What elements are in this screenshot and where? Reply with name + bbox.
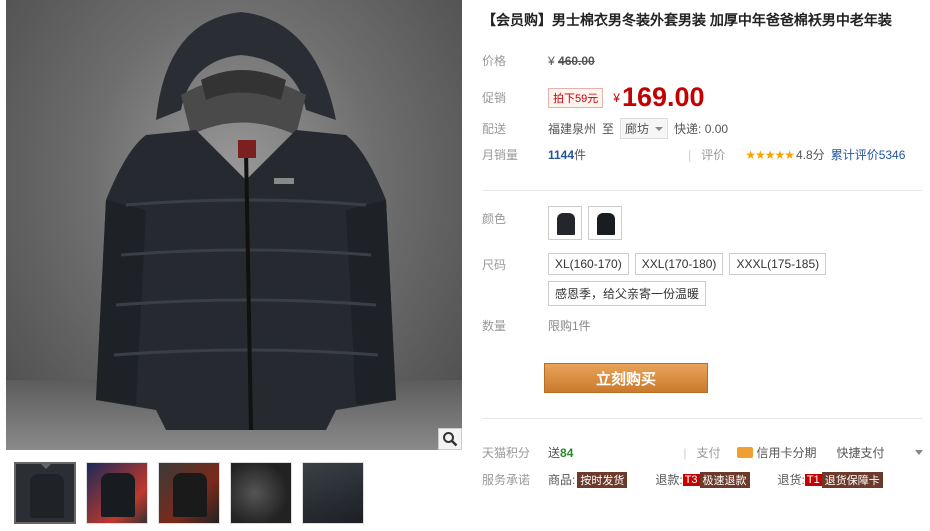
thumbnail-4[interactable]	[230, 462, 292, 524]
price-row: 价格 ¥ 460.00	[482, 52, 595, 69]
size-option-xxl[interactable]: XXL(170-180)	[634, 253, 724, 275]
chevron-down-icon	[655, 126, 664, 131]
service-row: 服务承诺 商品: 按时发货 退款: T3 极速退款 退货: T1 退货保障卡	[482, 471, 883, 488]
promo-row: 促销 拍下59元 ¥ 169.00	[482, 82, 705, 113]
price-label: 价格	[482, 54, 507, 68]
jacket-illustration	[96, 12, 396, 431]
magnifier-icon	[443, 432, 458, 447]
sales-row: 月销量 1144 件 | 评价 ★★★★★ 4.8分 累计评价5346	[482, 146, 905, 163]
rating-stars-icon: ★★★★★	[745, 147, 795, 162]
thumbnail-5[interactable]	[302, 462, 364, 524]
destination-select[interactable]: 廊坊	[620, 118, 669, 139]
ship-to-word: 至	[602, 122, 615, 136]
review-label: 评价	[701, 148, 726, 162]
service-label: 服务承诺	[482, 473, 531, 487]
review-count-link[interactable]: 累计评价5346	[831, 146, 906, 163]
product-title: 【会员购】男士棉衣男冬装外套男装 加厚中年爸爸棉袄男中老年装	[482, 12, 892, 28]
service-return-tag[interactable]: 退货保障卡	[821, 471, 883, 488]
thumbnail-2[interactable]	[86, 462, 148, 524]
gift-option[interactable]: 感恩季，给父亲寄一份温暖	[548, 281, 707, 306]
thumbnail-3[interactable]	[158, 462, 220, 524]
credit-installment[interactable]: 信用卡分期	[757, 444, 817, 461]
sales-count: 1144	[548, 147, 575, 162]
promo-label: 促销	[482, 91, 507, 105]
chevron-down-icon[interactable]	[914, 450, 923, 455]
thumbnail-1[interactable]	[14, 462, 76, 524]
zoom-button[interactable]	[438, 428, 462, 450]
quick-pay[interactable]: 快捷支付	[837, 444, 885, 461]
credit-card-icon	[736, 447, 753, 458]
buy-now-button[interactable]: 立刻购买	[544, 363, 708, 393]
sales-label: 月销量	[482, 148, 519, 162]
payment-label: 支付	[696, 446, 721, 460]
color-row: 颜色	[482, 206, 628, 240]
extra-option-row: 感恩季，给父亲寄一份温暖	[548, 281, 712, 306]
sales-unit: 件	[574, 148, 587, 162]
points-label: 天猫积分	[482, 446, 531, 460]
size-row: 尺码 XL(160-170) XXL(170-180) XXXL(175-185…	[482, 253, 832, 275]
size-option-xxxl[interactable]: XXXL(175-185)	[729, 253, 827, 275]
section-divider	[482, 190, 922, 191]
express-fee: 快递: 0.00	[674, 122, 729, 136]
quantity-label: 数量	[482, 319, 507, 333]
shipping-label: 配送	[482, 122, 507, 136]
service-goods-tag[interactable]: 按时发货	[577, 471, 628, 488]
divider-bar: |	[688, 147, 692, 162]
color-swatch-2[interactable]	[588, 206, 622, 240]
service-refund: 退款:	[655, 473, 683, 487]
original-price: ¥ 460.00	[548, 53, 595, 68]
shipping-row: 配送 福建泉州 至 廊坊 快递: 0.00	[482, 118, 728, 139]
section-divider-2	[482, 418, 922, 419]
color-swatch-1[interactable]	[548, 206, 582, 240]
service-refund-tag[interactable]: 极速退款	[699, 471, 750, 488]
refund-code-badge: T3	[682, 473, 700, 486]
service-goods: 商品:	[548, 473, 576, 487]
main-product-image[interactable]	[6, 0, 462, 450]
service-return: 退货:	[777, 473, 805, 487]
size-label: 尺码	[482, 257, 507, 272]
divider-bar-2: |	[683, 445, 687, 460]
points-row: 天猫积分 送 84 | 支付 信用卡分期 快捷支付	[482, 444, 923, 461]
size-option-xl[interactable]: XL(160-170)	[548, 253, 629, 275]
points-give: 送	[548, 446, 561, 460]
quantity-row: 数量 限购1件	[482, 317, 591, 334]
thumbnail-strip	[14, 462, 364, 524]
color-label: 颜色	[482, 212, 507, 226]
discount-badge: 拍下59元	[548, 87, 604, 108]
return-code-badge: T1	[804, 473, 822, 486]
promo-currency: ¥	[613, 90, 620, 105]
promo-price: 169.00	[621, 82, 705, 112]
rating-score: 4.8分	[796, 148, 825, 162]
ship-from: 福建泉州	[548, 122, 597, 136]
points-amount: 84	[560, 445, 574, 460]
quantity-limit: 限购1件	[548, 319, 591, 333]
